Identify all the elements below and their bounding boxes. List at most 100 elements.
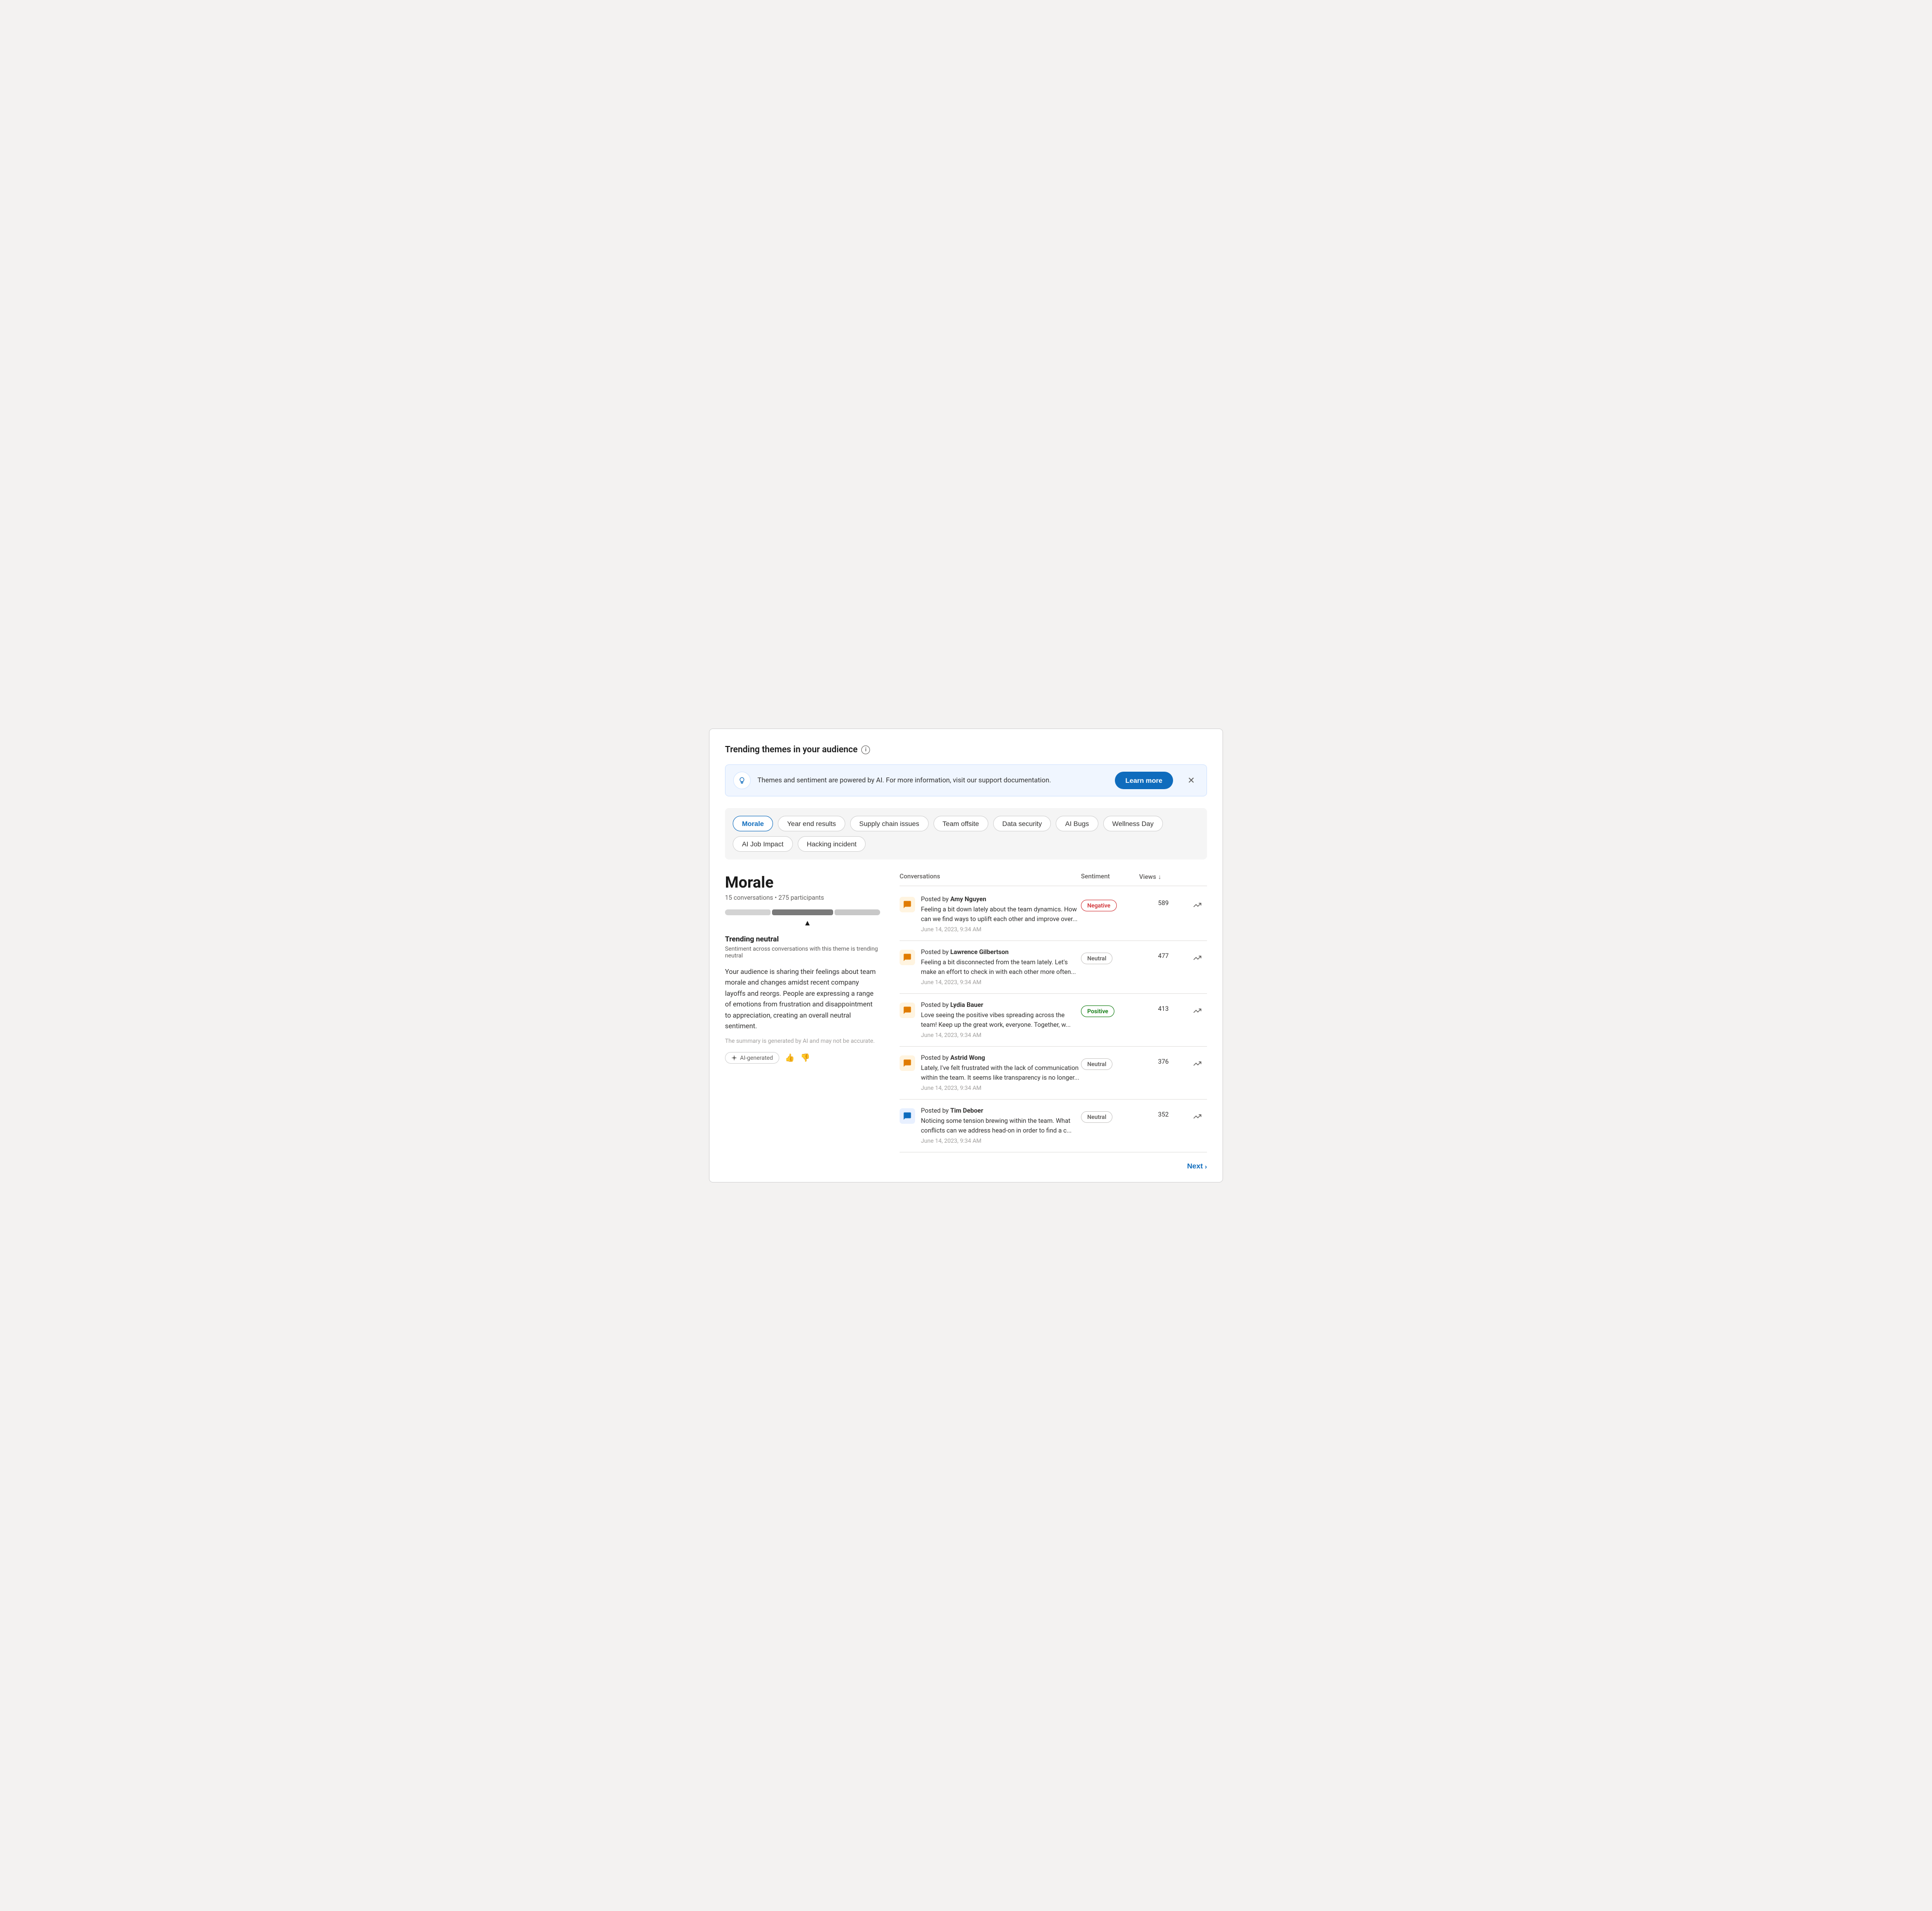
views-cell-4: 352 bbox=[1139, 1111, 1188, 1118]
pagination: Next › bbox=[900, 1162, 1207, 1170]
sentiment-badge-3: Neutral bbox=[1081, 1058, 1112, 1070]
views-cell-0: 589 bbox=[1139, 900, 1188, 907]
conv-text-1: Feeling a bit disconnected from the team… bbox=[921, 958, 1081, 977]
theme-chip-team-offsite[interactable]: Team offsite bbox=[934, 816, 988, 831]
views-cell-3: 376 bbox=[1139, 1058, 1188, 1066]
sentiment-cell-2: Positive bbox=[1081, 1002, 1139, 1017]
conversations-list: Posted by Amy Nguyen Feeling a bit down … bbox=[900, 888, 1207, 1152]
theme-meta: 15 conversations • 275 participants bbox=[725, 894, 880, 902]
conv-author-1: Posted by Lawrence Gilbertson bbox=[921, 949, 1081, 956]
conv-left-2: Posted by Lydia Bauer Love seeing the po… bbox=[900, 1002, 1081, 1038]
theme-title: Morale bbox=[725, 873, 880, 891]
trend-icon-cell-2 bbox=[1188, 1002, 1207, 1017]
ai-footer: AI-generated 👍 👎 bbox=[725, 1052, 880, 1064]
trend-indicator: ▲ bbox=[735, 918, 880, 928]
trending-label: Trending neutral bbox=[725, 935, 880, 943]
sentiment-badge-4: Neutral bbox=[1081, 1111, 1112, 1123]
trend-icon-cell-4 bbox=[1188, 1107, 1207, 1123]
thumbup-button[interactable]: 👍 bbox=[785, 1053, 795, 1063]
conv-date-0: June 14, 2023, 9:34 AM bbox=[921, 926, 1081, 933]
conv-date-4: June 14, 2023, 9:34 AM bbox=[921, 1137, 1081, 1144]
message-icon-0 bbox=[903, 900, 912, 909]
sentiment-cell-1: Neutral bbox=[1081, 949, 1139, 964]
conv-icon-3 bbox=[900, 1055, 915, 1071]
neutral-segment bbox=[772, 909, 833, 915]
themes-bar: Morale Year end results Supply chain issue… bbox=[725, 808, 1207, 859]
theme-chip-hacking-incident[interactable]: Hacking incident bbox=[798, 836, 866, 852]
sparkle-icon bbox=[731, 1055, 737, 1061]
ai-banner: Themes and sentiment are powered by AI. … bbox=[725, 764, 1207, 796]
conv-icon-0 bbox=[900, 897, 915, 912]
sentiment-badge-2: Positive bbox=[1081, 1005, 1114, 1017]
message-icon-2 bbox=[903, 1006, 912, 1015]
next-chevron-icon: › bbox=[1205, 1163, 1207, 1170]
conv-text-3: Lately, I've felt frustrated with the la… bbox=[921, 1064, 1081, 1083]
message-icon-4 bbox=[903, 1112, 912, 1120]
conv-icon-4 bbox=[900, 1108, 915, 1124]
trend-chart-icon-3[interactable] bbox=[1193, 1059, 1202, 1070]
banner-icon bbox=[733, 772, 751, 789]
conv-text-2: Love seeing the positive vibes spreading… bbox=[921, 1011, 1081, 1030]
trend-chart-icon-0[interactable] bbox=[1193, 901, 1202, 911]
conv-date-1: June 14, 2023, 9:34 AM bbox=[921, 979, 1081, 986]
table-row: Posted by Lawrence Gilbertson Feeling a … bbox=[900, 941, 1207, 994]
negative-segment bbox=[725, 909, 771, 915]
info-icon[interactable]: i bbox=[861, 745, 870, 754]
main-container: Trending themes in your audience i Theme… bbox=[709, 729, 1223, 1182]
conv-content-3: Posted by Astrid Wong Lately, I've felt … bbox=[921, 1054, 1081, 1091]
summary-text: Your audience is sharing their feelings … bbox=[725, 967, 880, 1032]
conversations-count: 15 conversations bbox=[725, 894, 773, 902]
views-cell-1: 477 bbox=[1139, 953, 1188, 960]
sentiment-badge-1: Neutral bbox=[1081, 953, 1112, 964]
table-row: Posted by Lydia Bauer Love seeing the po… bbox=[900, 994, 1207, 1047]
thumbdown-button[interactable]: 👎 bbox=[801, 1053, 810, 1063]
table-header: Conversations Sentiment Views ↓ bbox=[900, 873, 1207, 886]
right-panel: Conversations Sentiment Views ↓ Posted b… bbox=[900, 873, 1207, 1170]
trend-chart-icon-4[interactable] bbox=[1193, 1112, 1202, 1123]
theme-chip-ai-bugs[interactable]: AI Bugs bbox=[1056, 816, 1098, 831]
trend-icon-cell-0 bbox=[1188, 896, 1207, 911]
conv-text-4: Noticing some tension brewing within the… bbox=[921, 1117, 1081, 1135]
conv-author-2: Posted by Lydia Bauer bbox=[921, 1002, 1081, 1009]
main-content: Morale 15 conversations • 275 participan… bbox=[725, 873, 1207, 1170]
theme-chip-supply-chain-issues[interactable]: Supply chain issues bbox=[850, 816, 929, 831]
next-button[interactable]: Next › bbox=[1187, 1162, 1207, 1170]
banner-text: Themes and sentiment are powered by AI. … bbox=[757, 777, 1108, 784]
trend-icon-cell-3 bbox=[1188, 1054, 1207, 1070]
conv-date-3: June 14, 2023, 9:34 AM bbox=[921, 1085, 1081, 1091]
theme-chip-data-security[interactable]: Data security bbox=[993, 816, 1051, 831]
sentiment-badge-0: Negative bbox=[1081, 900, 1117, 911]
views-cell-2: 413 bbox=[1139, 1005, 1188, 1013]
sentiment-cell-0: Negative bbox=[1081, 896, 1139, 911]
conv-icon-1 bbox=[900, 950, 915, 965]
learn-more-button[interactable]: Learn more bbox=[1115, 772, 1173, 789]
conv-author-0: Posted by Amy Nguyen bbox=[921, 896, 1081, 903]
trend-chart-icon-1[interactable] bbox=[1193, 954, 1202, 964]
sentiment-cell-4: Neutral bbox=[1081, 1107, 1139, 1123]
conv-left-1: Posted by Lawrence Gilbertson Feeling a … bbox=[900, 949, 1081, 986]
theme-chip-ai-job-impact[interactable]: AI Job Impact bbox=[733, 836, 793, 852]
conv-date-2: June 14, 2023, 9:34 AM bbox=[921, 1032, 1081, 1038]
trend-chart-icon-2[interactable] bbox=[1193, 1006, 1202, 1017]
conv-text-0: Feeling a bit down lately about the team… bbox=[921, 905, 1081, 924]
table-row: Posted by Tim Deboer Noticing some tensi… bbox=[900, 1100, 1207, 1152]
theme-chip-year-end-results[interactable]: Year end results bbox=[778, 816, 845, 831]
conv-author-3: Posted by Astrid Wong bbox=[921, 1054, 1081, 1062]
conv-left-0: Posted by Amy Nguyen Feeling a bit down … bbox=[900, 896, 1081, 933]
message-icon-1 bbox=[903, 953, 912, 962]
banner-close-button[interactable]: ✕ bbox=[1184, 774, 1199, 788]
page-title-row: Trending themes in your audience i bbox=[725, 745, 1207, 755]
sentiment-cell-3: Neutral bbox=[1081, 1054, 1139, 1070]
trend-icon-cell-1 bbox=[1188, 949, 1207, 964]
page-title: Trending themes in your audience bbox=[725, 745, 857, 755]
trending-sublabel: Sentiment across conversations with this… bbox=[725, 945, 880, 959]
conv-icon-2 bbox=[900, 1003, 915, 1018]
ai-generated-badge: AI-generated bbox=[725, 1052, 779, 1064]
col-conversations: Conversations bbox=[900, 873, 1081, 881]
theme-chip-morale[interactable]: Morale bbox=[733, 816, 773, 831]
conv-left-3: Posted by Astrid Wong Lately, I've felt … bbox=[900, 1054, 1081, 1091]
theme-chip-wellness-day[interactable]: Wellness Day bbox=[1103, 816, 1163, 831]
conv-left-4: Posted by Tim Deboer Noticing some tensi… bbox=[900, 1107, 1081, 1144]
left-panel: Morale 15 conversations • 275 participan… bbox=[725, 873, 880, 1170]
conv-content-1: Posted by Lawrence Gilbertson Feeling a … bbox=[921, 949, 1081, 986]
